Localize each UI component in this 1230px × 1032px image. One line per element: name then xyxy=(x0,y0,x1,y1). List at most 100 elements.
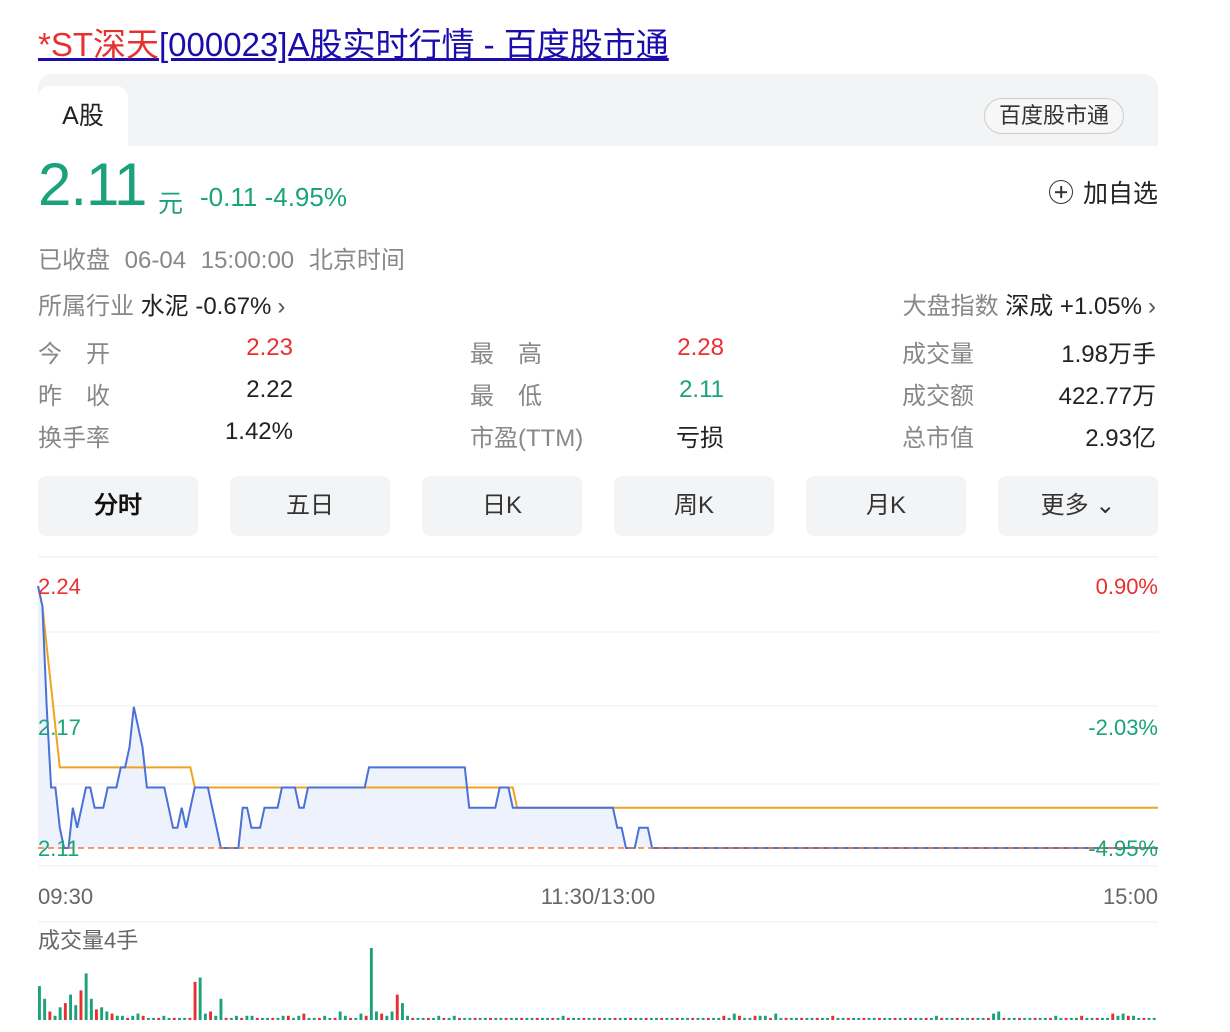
volume-bar xyxy=(297,1015,301,1020)
volume-bar xyxy=(530,1017,534,1020)
chevron-right-icon: › xyxy=(277,293,286,320)
volume-bar xyxy=(167,1017,171,1020)
volume-bar xyxy=(115,1015,119,1020)
volume-bar xyxy=(535,1017,539,1020)
volume-bar xyxy=(909,1017,912,1020)
volume-bar xyxy=(338,1011,342,1020)
intraday-chart[interactable]: 2.24 2.17 2.11 0.90% -2.03% -4.95% 09:30 11:30/… xyxy=(0,552,1230,1032)
volume-bar xyxy=(997,1011,1001,1020)
volume-bar xyxy=(639,1017,643,1020)
period-button-5[interactable]: 更多 ⌄ xyxy=(998,476,1158,536)
add-watchlist-label: 加自选 xyxy=(1082,180,1158,208)
volume-bar xyxy=(240,1017,244,1020)
volume-bar xyxy=(644,1017,648,1020)
volume-bar xyxy=(587,1017,591,1020)
volume-bar xyxy=(1023,1017,1027,1020)
volume-bar xyxy=(266,1017,269,1020)
volume-bar xyxy=(924,1017,928,1020)
volume-bar xyxy=(966,1017,969,1020)
volume-bar xyxy=(520,1017,524,1020)
volume-bar xyxy=(784,1017,788,1020)
volume-bar xyxy=(955,1017,959,1020)
volume-bar xyxy=(1147,1017,1151,1020)
volume-bar xyxy=(468,1017,472,1020)
tab-a-share[interactable]: A股 xyxy=(38,86,128,146)
volume-bar xyxy=(541,1017,544,1020)
volume-bar xyxy=(649,1017,653,1020)
y-left-tick: 2.24 xyxy=(38,574,81,599)
y-left-tick: 2.11 xyxy=(38,836,79,861)
volume-bar xyxy=(38,986,41,1020)
volume-bar xyxy=(675,1017,679,1020)
volume-bar xyxy=(706,1017,710,1020)
volume-bar xyxy=(95,1009,98,1020)
market-index-link[interactable]: 大盘指数 深成 +1.05% › xyxy=(903,286,1156,321)
volume-bar xyxy=(1142,1017,1146,1020)
industry-link[interactable]: 所属行业 水泥 -0.67% › xyxy=(38,286,285,321)
volume-bar xyxy=(1033,1017,1037,1020)
index-label: 大盘指数 xyxy=(902,293,999,320)
volume-bar xyxy=(100,1007,104,1020)
volume-bar xyxy=(48,1011,52,1020)
add-watchlist-button[interactable]: 加自选 xyxy=(1048,174,1158,210)
volume-bar xyxy=(903,1017,907,1020)
volume-bar xyxy=(1132,1015,1135,1020)
y-right-tick: 0.90% xyxy=(1096,574,1158,599)
volume-bar xyxy=(255,1017,259,1020)
industry-value: 水泥 -0.67% xyxy=(140,293,272,320)
volume-bar xyxy=(826,1017,829,1020)
volume-bar xyxy=(1018,1017,1021,1020)
page-title-link[interactable]: *ST深天[000023]A股实时行情 - 百度股市通 xyxy=(38,18,669,66)
volume-bar xyxy=(598,1017,601,1020)
volume-bar xyxy=(359,1013,363,1020)
x-tick: 11:30/13:00 xyxy=(541,884,656,909)
volume-bar xyxy=(566,1017,570,1020)
brand-pill-button[interactable]: 百度股市通 xyxy=(983,98,1124,134)
volume-bar xyxy=(738,1015,741,1020)
volume-bar xyxy=(209,1011,212,1020)
volume-bar xyxy=(214,1015,218,1020)
volume-bar xyxy=(188,1017,192,1020)
volume-bar xyxy=(281,1015,285,1020)
volume-bar xyxy=(929,1017,933,1020)
volume-bar xyxy=(1054,1015,1058,1020)
volume-bar xyxy=(219,998,223,1020)
stat-label: 成交量 xyxy=(902,341,974,368)
industry-label: 所属行业 xyxy=(38,293,134,320)
period-button-4[interactable]: 月K xyxy=(806,476,966,536)
price-change: -0.11 -4.95% xyxy=(200,182,347,213)
volume-bar xyxy=(701,1017,705,1020)
volume-bar xyxy=(292,1017,295,1020)
volume-bar xyxy=(136,1013,140,1020)
period-button-3[interactable]: 周K xyxy=(614,476,774,536)
volume-bar xyxy=(1007,1017,1011,1020)
volume-bar xyxy=(774,1013,778,1020)
volume-bar xyxy=(183,1017,187,1020)
volume-bar xyxy=(878,1017,881,1020)
status-state: 已收盘 xyxy=(38,247,110,274)
period-button-1[interactable]: 五日 xyxy=(230,476,390,536)
volume-bar xyxy=(1137,1017,1141,1020)
volume-bar xyxy=(846,1017,850,1020)
volume-bar xyxy=(162,1015,166,1020)
volume-bar xyxy=(447,1017,451,1020)
volume-bar xyxy=(805,1017,809,1020)
volume-bar xyxy=(499,1017,503,1020)
period-button-2[interactable]: 日K xyxy=(422,476,582,536)
status-zone: 北京时间 xyxy=(308,247,405,274)
period-button-0[interactable]: 分时 xyxy=(38,476,198,536)
volume-bar xyxy=(146,1017,150,1020)
volume-bar xyxy=(592,1017,596,1020)
current-price: 2.11 xyxy=(38,151,147,218)
volume-bar xyxy=(1028,1017,1032,1020)
stock-name: *ST深天 xyxy=(38,26,160,63)
volume-bar xyxy=(898,1017,902,1020)
volume-bar xyxy=(1152,1017,1156,1020)
volume-label: 成交量4手 xyxy=(38,928,138,953)
volume-bar xyxy=(369,948,373,1020)
stat-value: 422.77万 xyxy=(1058,383,1156,410)
volume-bar xyxy=(623,1017,627,1020)
market-tab-bar: A股 百度股市通 xyxy=(38,74,1158,146)
volume-bar xyxy=(43,998,47,1020)
volume-bar xyxy=(696,1017,700,1020)
